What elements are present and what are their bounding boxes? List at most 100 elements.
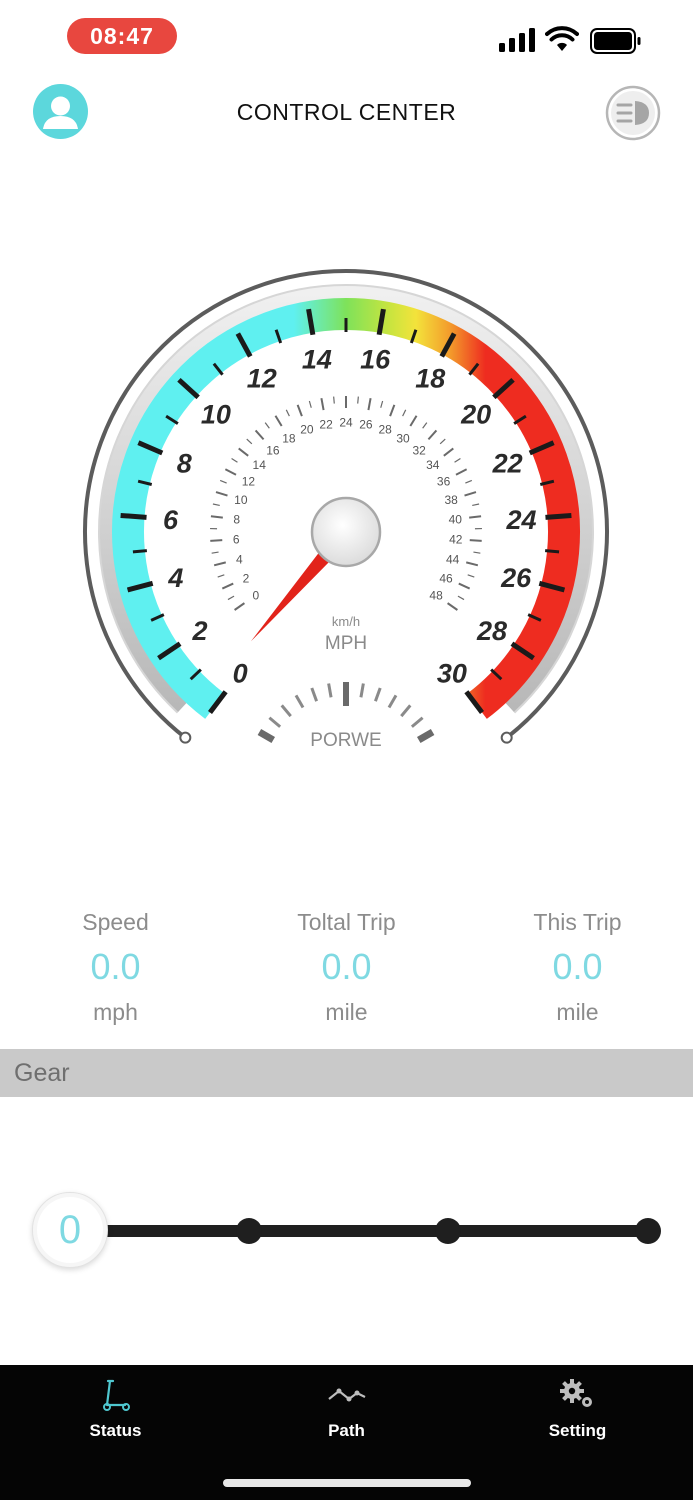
power-tick [410, 716, 424, 728]
needle-hub [310, 496, 382, 568]
kmh-tick-label: 46 [439, 571, 453, 585]
mph-tick-label: 6 [163, 505, 179, 535]
speed-stat: Speed 0.0 mph [0, 905, 231, 1029]
kmh-tick-label: 14 [253, 458, 267, 472]
kmh-minor-tick [333, 396, 335, 404]
power-tick [294, 694, 305, 709]
mph-minor-tick [132, 549, 148, 554]
gear-slider-track[interactable] [90, 1225, 650, 1237]
kmh-tick-label: 22 [319, 417, 333, 431]
kmh-tick-label: 28 [378, 423, 392, 437]
gear-stop-1[interactable] [236, 1218, 262, 1244]
mph-tick-label: 16 [360, 344, 391, 374]
kmh-minor-tick [219, 479, 227, 484]
kmh-major-tick [367, 398, 372, 411]
unit-kmh-label: km/h [332, 614, 360, 629]
kmh-tick-label: 42 [449, 533, 463, 547]
tab-setting[interactable]: Setting [462, 1377, 693, 1457]
gear-section-header: Gear [0, 1049, 693, 1097]
power-label: PORWE [310, 730, 381, 751]
this-trip-label: This Trip [533, 909, 622, 935]
wifi-icon [545, 26, 579, 51]
mph-tick-label: 20 [460, 399, 491, 429]
kmh-major-tick [215, 491, 228, 497]
speed-label: Speed [82, 909, 149, 935]
kmh-tick-label: 24 [339, 416, 353, 430]
kmh-major-tick [455, 468, 468, 476]
gear-stop-2[interactable] [435, 1218, 461, 1244]
path-icon [327, 1388, 365, 1402]
trip-stats: Speed 0.0 mph Toltal Trip 0.0 mile This … [0, 905, 693, 1035]
kmh-major-tick [224, 468, 237, 476]
kmh-major-tick [238, 447, 249, 457]
status-time: 08:47 [67, 18, 177, 54]
kmh-tick-label: 6 [233, 533, 240, 547]
mph-tick-label: 18 [415, 363, 445, 393]
home-indicator [223, 1479, 471, 1487]
kmh-tick-label: 18 [282, 431, 296, 445]
kmh-minor-tick [308, 400, 312, 408]
mph-tick-label: 0 [233, 659, 248, 689]
kmh-tick-label: 12 [242, 475, 256, 489]
kmh-tick-label: 20 [300, 423, 314, 437]
headlight-icon[interactable] [605, 85, 661, 141]
kmh-major-tick [274, 415, 283, 427]
kmh-tick-label: 30 [396, 431, 410, 445]
tab-bar: Status Path Setting [0, 1365, 693, 1500]
scooter-icon [102, 1379, 130, 1411]
kmh-major-tick [389, 404, 396, 417]
kmh-tick-label: 34 [426, 458, 440, 472]
kmh-major-tick [427, 429, 438, 441]
kmh-minor-tick [439, 438, 446, 445]
tab-setting-label: Setting [548, 1421, 607, 1440]
power-tick [310, 687, 318, 702]
kmh-tick-label: 26 [359, 417, 373, 431]
kmh-tick-label: 36 [437, 475, 451, 489]
kmh-major-tick [296, 404, 303, 417]
kmh-tick-label: 4 [236, 552, 243, 566]
gears-icon [559, 1379, 592, 1407]
power-tick [400, 704, 412, 718]
kmh-minor-tick [264, 422, 270, 429]
power-tick [374, 687, 382, 702]
kmh-major-tick [320, 398, 325, 411]
unit-mph-label: MPH [325, 633, 367, 654]
gear-stop-3[interactable] [635, 1218, 661, 1244]
kmh-major-tick [464, 491, 477, 497]
gauge-ring-end-left [179, 731, 192, 744]
mph-tick-label: 14 [302, 344, 332, 374]
kmh-tick-label: 16 [266, 443, 280, 457]
kmh-major-tick [469, 539, 482, 542]
this-trip-unit: mile [556, 999, 599, 1025]
kmh-tick-label: 0 [253, 589, 260, 603]
power-tick [257, 728, 276, 744]
speed-value: 0.0 [90, 946, 141, 987]
kmh-major-tick [210, 539, 223, 542]
kmh-tick-label: 38 [444, 493, 458, 507]
power-tick [327, 683, 333, 698]
tab-status[interactable]: Status [0, 1377, 231, 1457]
kmh-major-tick [458, 582, 471, 590]
kmh-major-tick [210, 515, 223, 519]
mph-major-tick [120, 512, 147, 520]
kmh-minor-tick [211, 551, 219, 554]
power-tick [359, 683, 365, 698]
gear-slider-knob[interactable]: 0 [32, 1192, 108, 1268]
gear-slider[interactable]: 0 [20, 1180, 670, 1280]
tab-path[interactable]: Path [231, 1377, 462, 1457]
mph-tick-label: 10 [201, 399, 231, 429]
power-tick [387, 694, 398, 709]
kmh-major-tick [234, 602, 245, 611]
mph-tick-label: 4 [167, 563, 183, 593]
speed-needle [250, 496, 382, 642]
power-tick [268, 716, 282, 728]
kmh-major-tick [213, 561, 227, 567]
kmh-tick-label: 10 [234, 493, 248, 507]
mph-tick-label: 8 [177, 448, 192, 478]
kmh-minor-tick [454, 458, 461, 463]
battery-icon [590, 28, 641, 54]
kmh-minor-tick [285, 409, 290, 417]
kmh-minor-tick [402, 409, 407, 417]
mph-tick-label: 22 [492, 448, 523, 478]
kmh-minor-tick [467, 574, 475, 578]
